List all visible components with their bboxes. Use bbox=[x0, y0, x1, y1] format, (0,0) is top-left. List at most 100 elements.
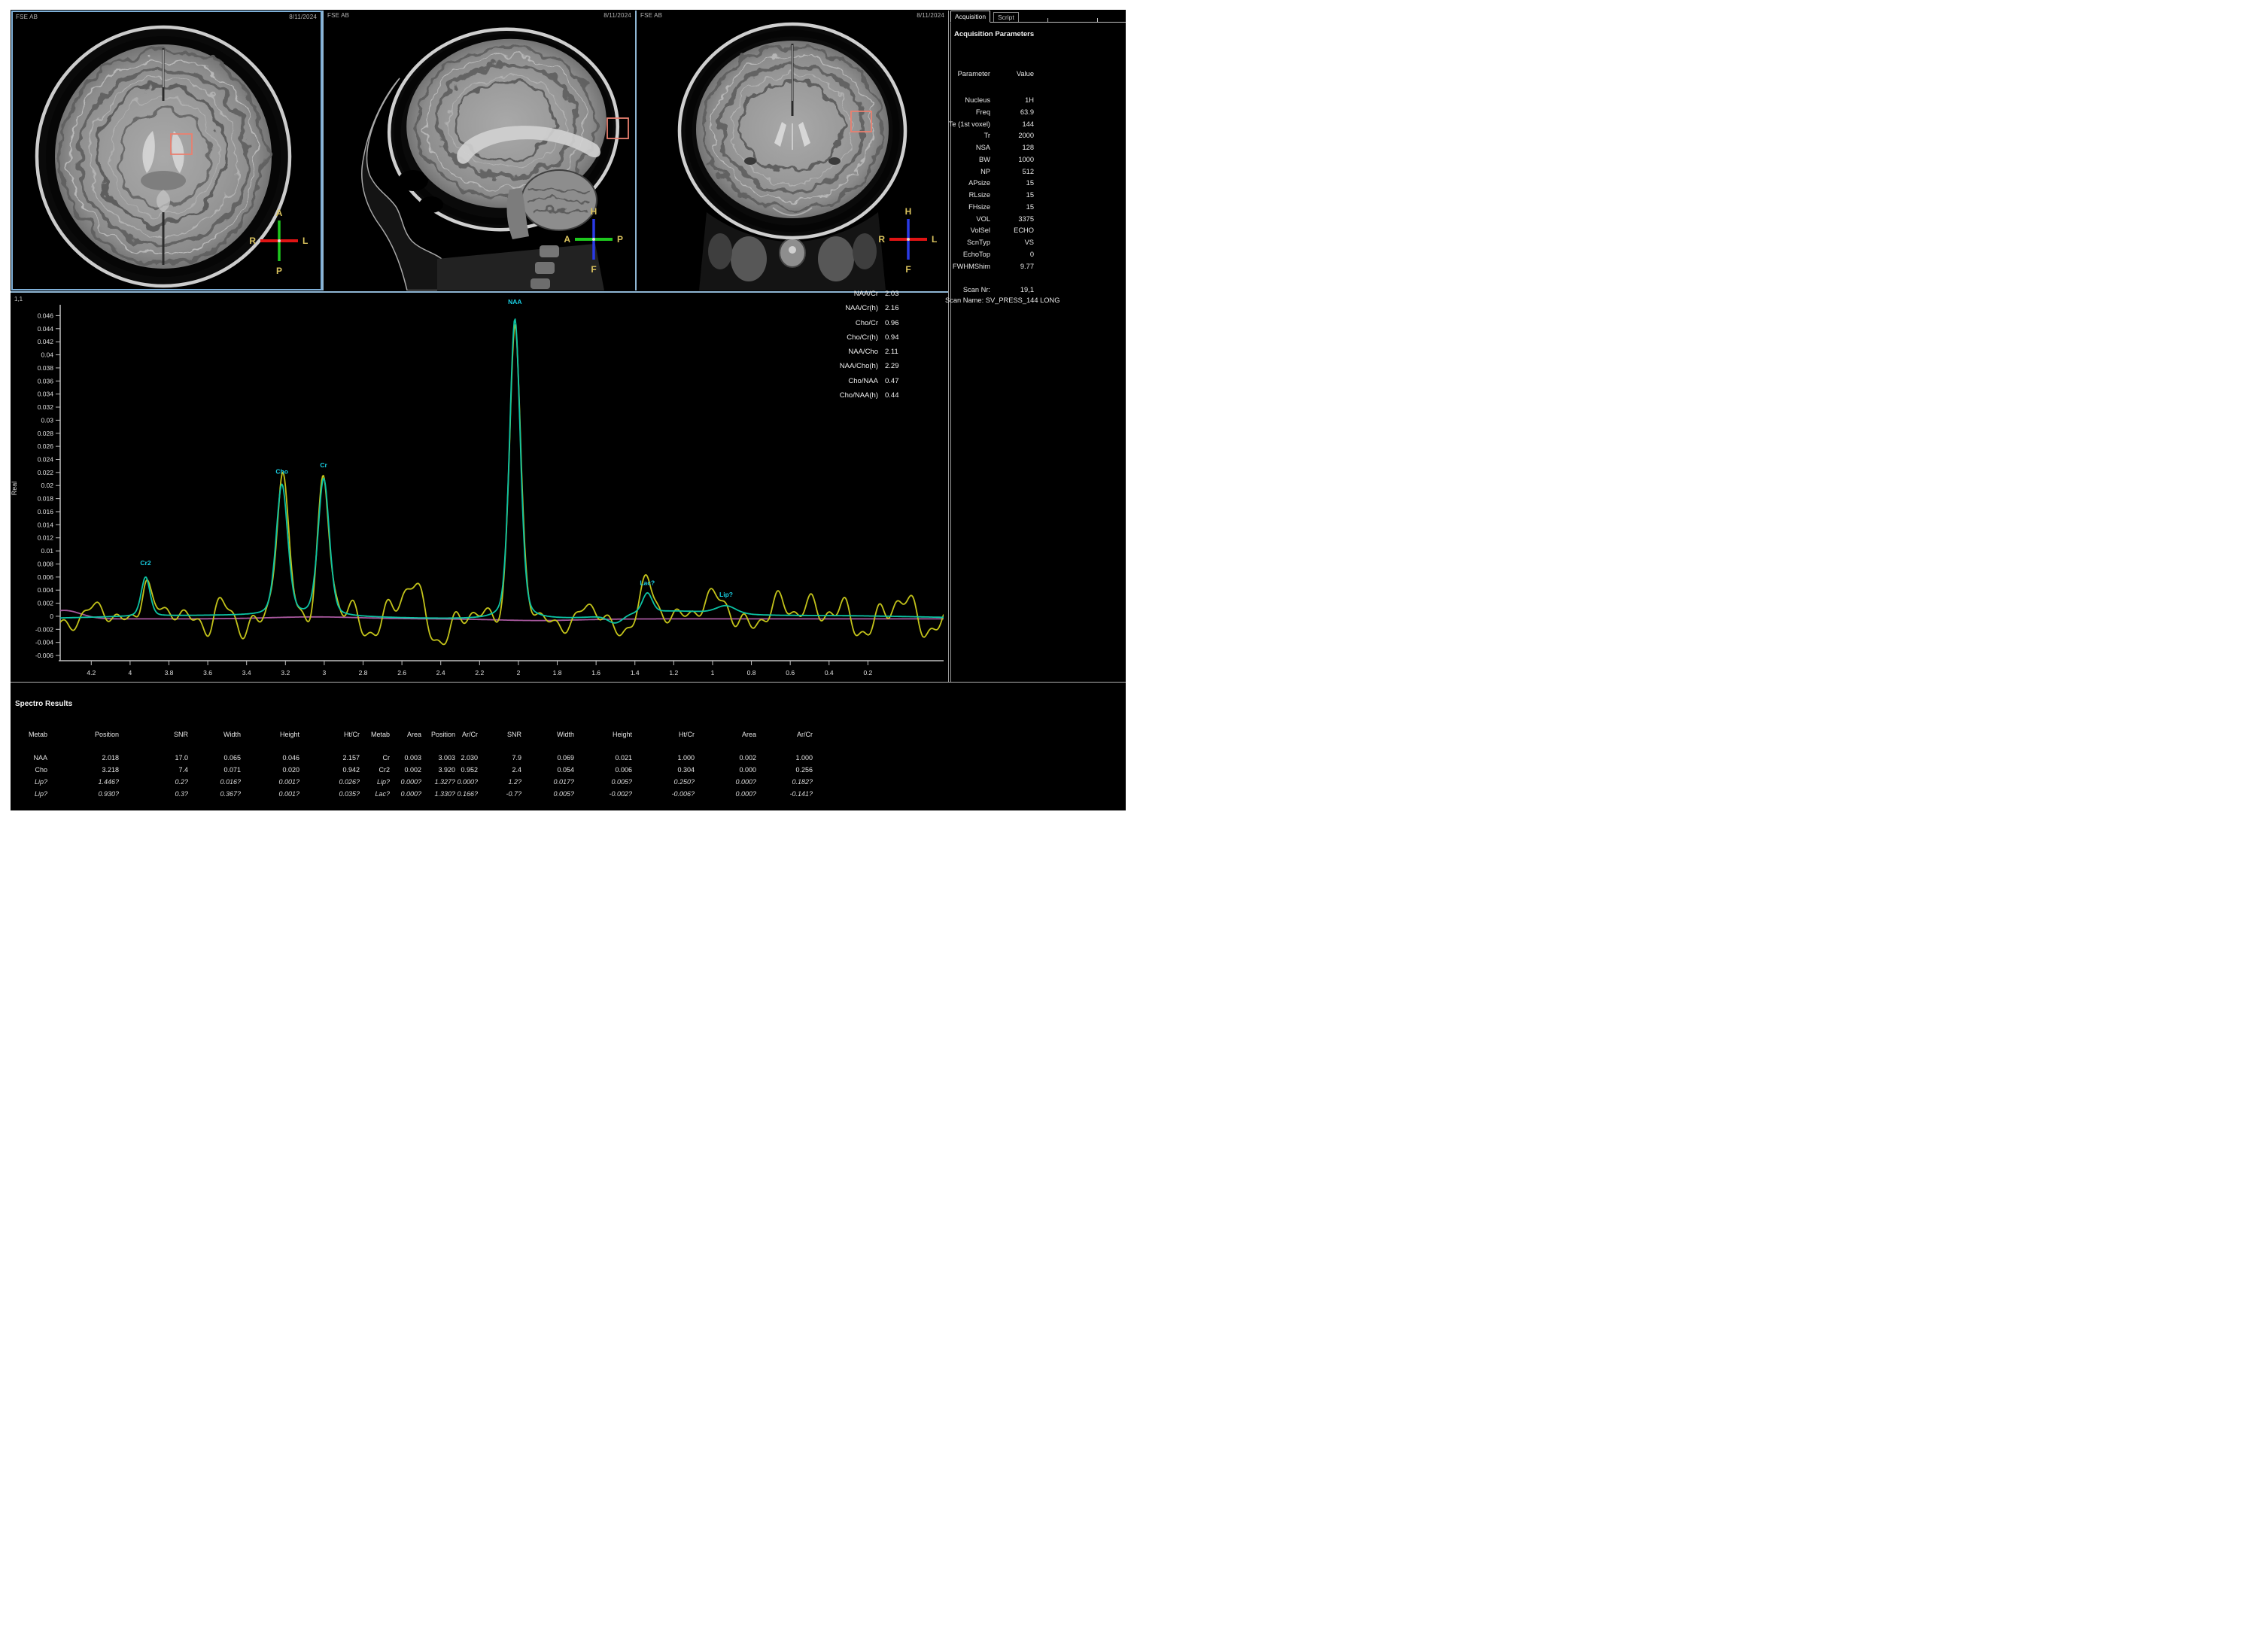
results-cell: 0.065 bbox=[190, 753, 242, 765]
y-tick-label: 0.002 bbox=[38, 600, 54, 607]
param-value: 9.77 bbox=[990, 261, 1034, 273]
viewport-axial-mri[interactable]: APRL FSE AB 8/11/2024 bbox=[11, 11, 322, 290]
y-tick-label: 0.016 bbox=[38, 508, 54, 515]
results-cell: 2.157 bbox=[301, 753, 361, 765]
ratio-row: NAA/Cho2.11 bbox=[752, 345, 911, 359]
param-value: 1H bbox=[990, 95, 1034, 107]
ratio-label: Cho/NAA bbox=[752, 374, 878, 388]
ratio-value: 0.94 bbox=[885, 330, 911, 345]
results-cell: 0.3? bbox=[120, 789, 190, 801]
axial-brain-image: APRL bbox=[13, 12, 321, 289]
results-cell: Cr bbox=[361, 753, 391, 765]
x-tick-label: 1.6 bbox=[591, 669, 600, 677]
x-tick-label: 3 bbox=[323, 669, 327, 677]
param-value: ECHO bbox=[990, 225, 1034, 237]
ratio-value: 0.44 bbox=[885, 388, 911, 403]
x-tick-label: 1 bbox=[711, 669, 715, 677]
results-column-header: Position bbox=[49, 730, 120, 739]
param-name: NP bbox=[944, 166, 990, 178]
results-row: Cr23.9202.40.0540.0060.3040.0000.256 bbox=[361, 765, 814, 777]
ratio-row: NAA/Cho(h)2.29 bbox=[752, 359, 911, 373]
peak-label-cho: Cho bbox=[275, 468, 288, 476]
y-tick-label: 0.012 bbox=[38, 534, 54, 542]
results-cell: 7.9 bbox=[457, 753, 523, 765]
scan-number-row: Scan Nr: 19,1 bbox=[944, 284, 1034, 296]
metabolite-ratios-list: NAA/Cr2.03NAA/Cr(h)2.16Cho/Cr0.96Cho/Cr(… bbox=[752, 287, 911, 403]
y-tick-label: -0.006 bbox=[35, 652, 53, 659]
ratio-value: 2.03 bbox=[885, 287, 911, 301]
ratio-value: 0.96 bbox=[885, 316, 911, 330]
peak-label-lip: Lip? bbox=[719, 591, 733, 598]
param-value: 63.9 bbox=[990, 107, 1034, 119]
results-cell: 1.000 bbox=[758, 753, 814, 765]
viewport-coronal-mri[interactable]: HFRL FSE AB 8/11/2024 bbox=[637, 11, 948, 290]
results-row: Lac?1.330?-0.7?0.005?-0.002?-0.006?0.000… bbox=[361, 789, 814, 801]
results-cell: 0.942 bbox=[301, 765, 361, 777]
neck-region bbox=[437, 244, 604, 290]
y-tick-label: 0.046 bbox=[38, 312, 54, 319]
results-cell: 0.046 bbox=[242, 753, 301, 765]
svg-text:L: L bbox=[303, 236, 308, 246]
y-tick-label: 0.038 bbox=[38, 364, 54, 372]
results-cell: 0.005? bbox=[576, 777, 634, 789]
results-table-right: MetabPositionSNRWidthHeightHt/CrAreaAr/C… bbox=[361, 730, 814, 801]
svg-text:P: P bbox=[617, 234, 623, 245]
param-value: 15 bbox=[990, 190, 1034, 202]
y-tick-label: 0.032 bbox=[38, 403, 54, 411]
results-cell: 0.026? bbox=[301, 777, 361, 789]
y-tick-label: 0.042 bbox=[38, 338, 54, 345]
results-column-header: Ht/Cr bbox=[301, 730, 361, 739]
results-cell: 0.054 bbox=[523, 765, 576, 777]
svg-text:F: F bbox=[591, 264, 596, 275]
results-column-header: Width bbox=[523, 730, 576, 739]
x-tick-label: 2 bbox=[517, 669, 521, 677]
results-cell: 0.069 bbox=[523, 753, 576, 765]
param-name: Te (1st voxel) bbox=[944, 119, 990, 131]
y-tick-label: 0.03 bbox=[41, 416, 53, 424]
scan-name-value: SV_PRESS_144 LONG bbox=[986, 296, 1060, 304]
results-cell: 0.001? bbox=[242, 777, 301, 789]
ratio-row: Cho/NAA0.47 bbox=[752, 374, 911, 388]
x-tick-label: 3.6 bbox=[203, 669, 212, 677]
x-axis-label: ppm bbox=[502, 680, 515, 682]
results-cell: 3.920 bbox=[391, 765, 457, 777]
results-column-header: SNR bbox=[457, 730, 523, 739]
y-tick-label: 0.022 bbox=[38, 469, 54, 476]
viewport-sagittal-mri[interactable]: HFAP FSE AB 8/11/2024 bbox=[324, 11, 635, 290]
ratio-row: Cho/NAA(h) 0.44 bbox=[752, 388, 911, 403]
results-column-header: Area bbox=[696, 730, 758, 739]
param-name: FWHMShim bbox=[944, 261, 990, 273]
results-cell: Cho bbox=[11, 765, 49, 777]
param-name: VolSel bbox=[944, 225, 990, 237]
x-tick-label: 2.6 bbox=[397, 669, 406, 677]
results-column-header: Ar/Cr bbox=[758, 730, 814, 739]
results-column-header: Metab bbox=[361, 730, 391, 739]
svg-text:R: R bbox=[878, 234, 885, 245]
y-tick-label: 0.02 bbox=[41, 482, 53, 489]
results-row: Cr3.0037.90.0690.0211.0000.0021.000 bbox=[361, 753, 814, 765]
x-tick-label: 4 bbox=[129, 669, 132, 677]
ratio-label: Cho/NAA(h) bbox=[752, 388, 878, 403]
tab-script[interactable]: Script bbox=[993, 12, 1019, 23]
ratio-label: Cho/Cr bbox=[752, 316, 878, 330]
results-cell: 7.4 bbox=[120, 765, 190, 777]
results-column-header: Height bbox=[576, 730, 634, 739]
y-tick-label: 0.04 bbox=[41, 351, 53, 359]
param-value: VS bbox=[990, 237, 1034, 249]
results-column-header: Height bbox=[242, 730, 301, 739]
ratio-row: NAA/Cr(h)2.16 bbox=[752, 301, 911, 315]
results-cell: -0.7? bbox=[457, 789, 523, 801]
results-cell: 0.2? bbox=[120, 777, 190, 789]
panel-divider bbox=[322, 11, 324, 290]
results-cell: -0.006? bbox=[634, 789, 696, 801]
scan-nr-value: 19,1 bbox=[990, 284, 1034, 296]
x-tick-label: 2.8 bbox=[359, 669, 368, 677]
scan-date: 8/11/2024 bbox=[917, 12, 944, 19]
results-cell: 3.003 bbox=[391, 753, 457, 765]
results-cell: Lip? bbox=[11, 777, 49, 789]
results-cell: 0.000? bbox=[696, 789, 758, 801]
results-cell: Lip? bbox=[361, 777, 391, 789]
results-cell: 0.006 bbox=[576, 765, 634, 777]
results-cell: 2.018 bbox=[49, 753, 120, 765]
tab-acquisition[interactable]: Acquisition bbox=[950, 11, 990, 23]
